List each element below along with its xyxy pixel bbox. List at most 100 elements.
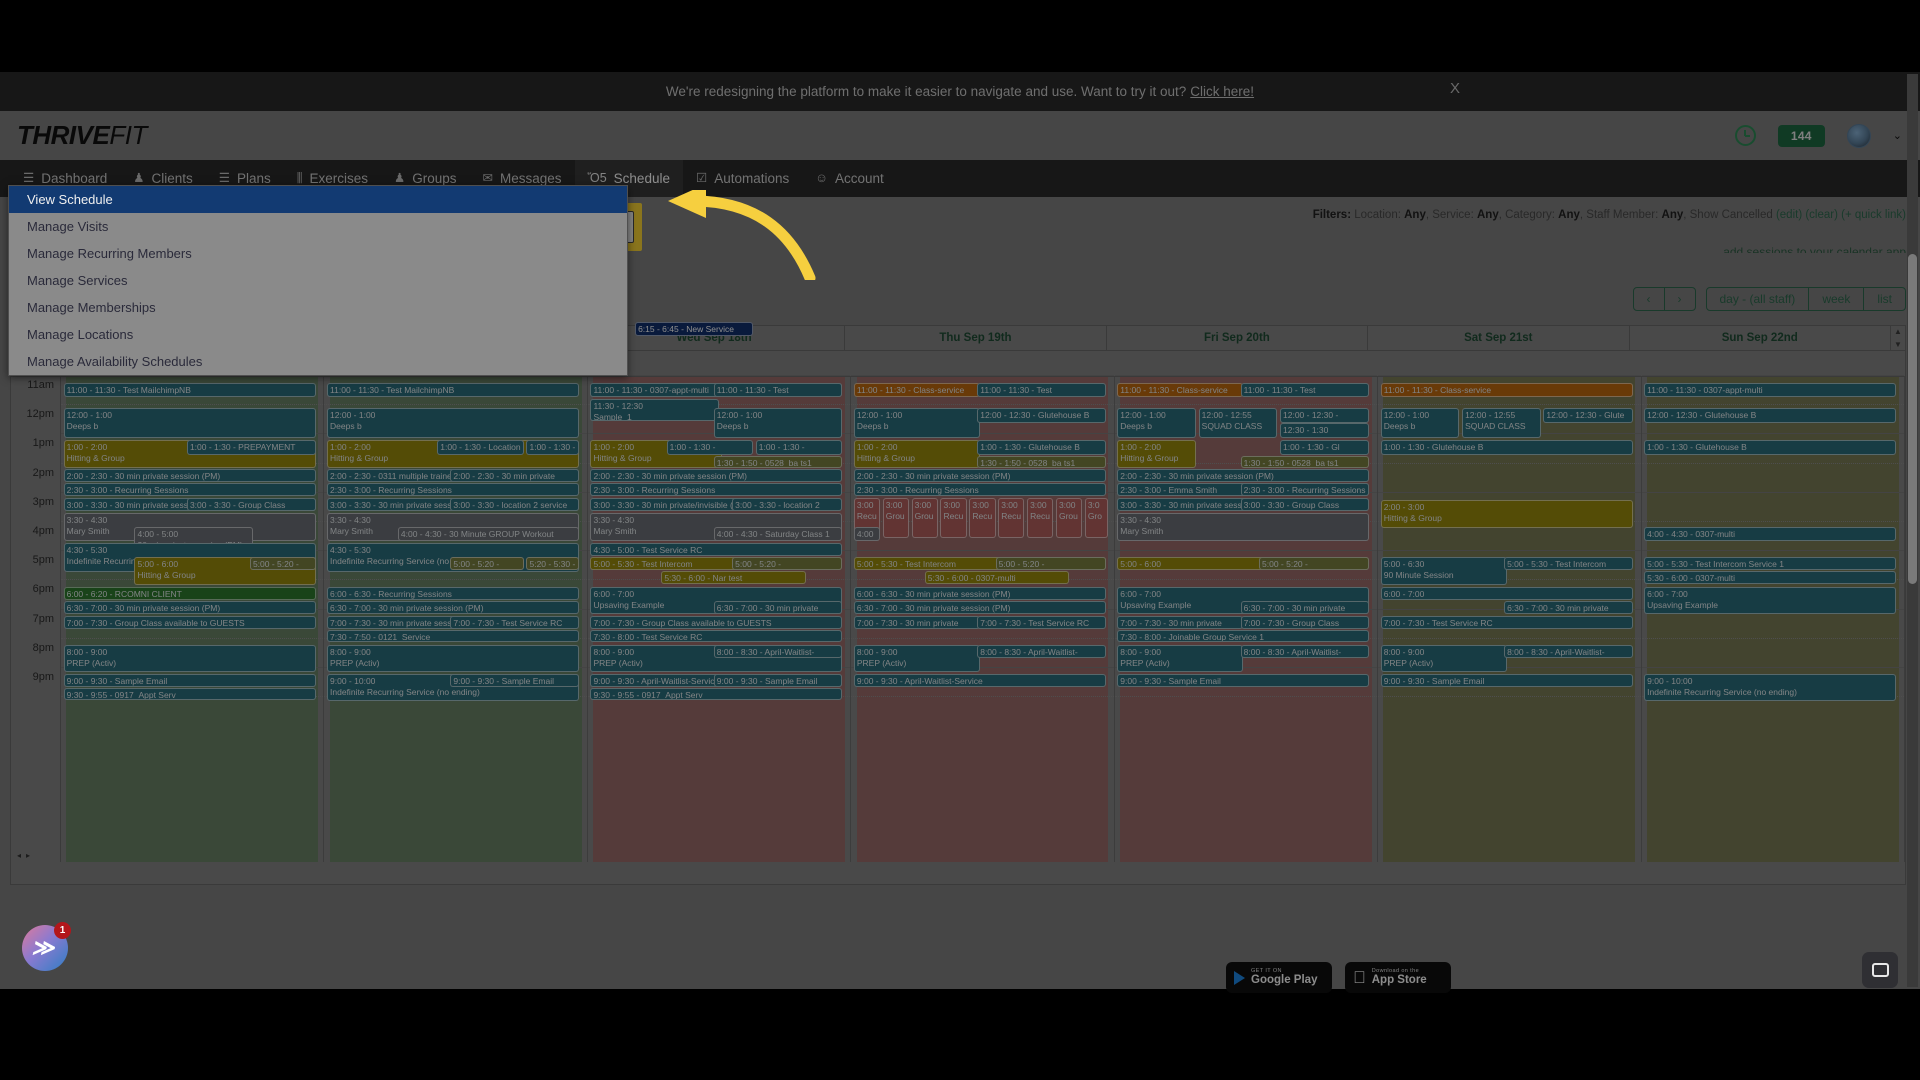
calendar-event[interactable]: 7:00 - 7:30 - 30 min private session (PM…	[853, 616, 980, 629]
calendar-event[interactable]: 3:30 - 4:30 Mary Smith	[1117, 513, 1370, 541]
calendar-event[interactable]: 2:30 - 3:00 - Recurring Sessions	[853, 483, 1106, 496]
gutter-next-icon[interactable]: ▸	[26, 851, 30, 860]
calendar-event[interactable]: 2:30 - 3:00 - Recurring Sessions	[327, 483, 579, 496]
calendar-event[interactable]: 9:00 - 9:30 - April-Waitlist-Service	[853, 674, 1106, 687]
calendar-event[interactable]: 2:30 - 3:00 - Recurring Sessions	[590, 483, 843, 496]
calendar-event[interactable]: 2:30 - 3:00 - Recurring Sessions	[63, 483, 316, 496]
calendar-event[interactable]: 11:00 - 11:30 - Test MailchimpNB	[1240, 383, 1370, 397]
calendar-event[interactable]: 5:00 - 5:20 - 0622TestService	[1259, 557, 1370, 570]
calendar-event[interactable]: 1:00 - 2:00 Hitting & Group	[853, 440, 980, 468]
calendar-event[interactable]: 2:30 - 3:00 - Recurring Sessions	[1240, 483, 1370, 496]
calendar-event[interactable]: 11:00 - 11:30 - Class-service	[1380, 383, 1633, 397]
calendar-event[interactable]: 12:00 - 1:00 Deeps b	[853, 408, 980, 438]
calendar-event[interactable]: 2:00 - 3:00 Hitting & Group	[1380, 500, 1633, 528]
calendar-event[interactable]: 6:30 - 7:00 - 30 min private session (PM…	[63, 601, 316, 614]
calendar-event[interactable]: 8:00 - 9:00 PREP (Activ)	[1380, 645, 1507, 672]
calendar-event[interactable]: 6:00 - 6:20 - RCOMNI CLIENT	[63, 587, 316, 600]
calendar-event[interactable]: 8:00 - 8:30 - April-Waitlist-	[1504, 645, 1633, 658]
calendar-event[interactable]: 12:00 - 12:30 - Glutehouse B	[1644, 408, 1897, 423]
calendar-event[interactable]: 6:30 - 7:00 - 30 min private session	[1240, 601, 1370, 614]
calendar-day-column[interactable]: 11:00 - 11:30 - Class-service 11:00 - 11:…	[851, 375, 1115, 862]
calendar-event[interactable]: 2:00 - 2:30 - 30 min private session (PM…	[590, 469, 843, 482]
calendar-event[interactable]: 2:00 - 2:30 - 30 min private	[450, 469, 579, 482]
calendar-event[interactable]: 1:00 - 1:30 - Glutehouse B	[1644, 440, 1897, 455]
calendar-event[interactable]: 3:00 - 3:30 - Group Class	[1240, 498, 1370, 511]
calendar-day-header[interactable]: Fri Sep 20th	[1107, 326, 1369, 350]
calendar-event[interactable]: 7:30 - 8:00 - Joinable Group Service 1	[1117, 630, 1370, 642]
calendar-day-column[interactable]: 11:00 - 11:30 - Test MailchimpNB 12:00 - …	[324, 375, 588, 862]
calendar-event[interactable]: 1:30 - 1:50 - 0528_ba ts1	[977, 456, 1106, 468]
chat-widget-button[interactable]	[1862, 952, 1898, 988]
logo[interactable]: THRIVEFIT	[17, 120, 147, 151]
calendar-day-column[interactable]: 11:00 - 11:30 - Class-service 11:00 - 11:…	[1114, 375, 1379, 862]
calendar-event[interactable]: 11:00 - 11:30 - Class-service	[853, 383, 980, 397]
calendar-event[interactable]: 12:30 - 1:30Open Personal Training	[1280, 423, 1370, 438]
calendar-event[interactable]: 9:00 - 9:30 - Sample Email	[450, 674, 579, 687]
calendar-event[interactable]: 8:00 - 8:30 - April-Waitlist-Service	[713, 645, 843, 658]
next-week-button[interactable]: ›	[1665, 288, 1695, 310]
calendar-event[interactable]: 1:00 - 1:30 - PREPAYMENT REQUIRED	[755, 440, 843, 455]
calendar-event[interactable]: 12:00 - 1:00 Deeps b	[1117, 408, 1197, 438]
calendar-event[interactable]: 11:00 - 11:30 - Test MailchimpNB	[327, 383, 579, 397]
calendar-event[interactable]: 1:00 - 1:30 - PREPAYMENT REQUIRED for...	[186, 440, 316, 455]
calendar-event[interactable]: 7:00 - 7:30 - Test Service RC	[977, 616, 1106, 629]
calendar-event[interactable]: 9:30 - 9:55 - 0917_Appt Serv	[63, 688, 316, 700]
calendar-event[interactable]: 5:00 - 5:30 - Test Intercom	[1504, 557, 1633, 570]
calendar-event[interactable]: 9:30 - 9:55 - 0917_Appt Serv	[590, 688, 843, 700]
calendar-event[interactable]: 7:00 - 7:30 - Test Service RC	[450, 616, 579, 629]
calendar-event[interactable]: 5:30 - 6:00 - 0307-multi	[1644, 571, 1897, 584]
calendar-event[interactable]: 7:00 - 7:30 - Group Class	[1240, 616, 1370, 629]
calendar-event[interactable]: 11:00 - 11:30 - 0307-appt-multi	[1644, 383, 1897, 397]
calendar-event[interactable]: 8:00 - 9:00 PREP (Activ)	[853, 645, 980, 672]
calendar-event[interactable]: 1:00 - 1:30 - 0622TestService	[526, 440, 579, 455]
calendar-event[interactable]: 6:30 - 7:00 - 30 min private session	[1504, 601, 1633, 614]
calendar-event[interactable]: 3:0 Gro	[1084, 498, 1109, 538]
calendar-event[interactable]: 5:00 - 5:30 - Test Intercom Service 1	[1644, 557, 1897, 570]
close-icon[interactable]: X	[1450, 80, 1460, 97]
calendar-event[interactable]: 3:00 Grou	[1055, 498, 1083, 538]
calendar-event[interactable]: 5:20 - 5:30 - 0622Te	[526, 557, 579, 570]
calendar-event[interactable]: 12:00 - 12:30 - Glutehouse B	[1280, 408, 1370, 423]
calendar-event[interactable]: 3:00 - 3:30 - location 2 service	[450, 498, 579, 511]
view-mode-day[interactable]: day - (all staff)	[1707, 288, 1810, 310]
calendar-event[interactable]: 3:00 Recu	[998, 498, 1025, 538]
calendar-event[interactable]: 6:30 - 7:00 - 30 min private session (PM…	[853, 601, 1106, 614]
calendar-event[interactable]: 7:00 - 7:30 - 30 min private session (PM…	[1117, 616, 1244, 629]
calendar-event[interactable]: 11:00 - 11:30 - Test MailchimpNB	[977, 383, 1106, 397]
calendar-event[interactable]: 1:00 - 2:00 Hitting & Group	[1117, 440, 1197, 468]
view-schedule-dropdown[interactable]: View Schedule Manage Visits Manage Recurri…	[8, 185, 628, 376]
calendar-event[interactable]: 5:00 - 6:30 90 Minute Session	[1380, 557, 1507, 585]
extension-widget-button[interactable]: ≫ 1	[22, 922, 71, 971]
calendar-event[interactable]: 7:30 - 7:50 - 0121_Service	[327, 630, 579, 642]
calendar-event[interactable]: 5:00 - 5:20 - 0622Te	[450, 557, 524, 570]
dropdown-option[interactable]: Manage Memberships	[9, 294, 627, 321]
calendar-event[interactable]: 9:00 - 10:00 Indefinite Recurring Service…	[1644, 674, 1897, 701]
scroll-up-icon[interactable]: ▲	[1894, 327, 1902, 336]
calendar-event[interactable]: 4:00 - 4:30 - 0307-multi	[1644, 527, 1897, 541]
calendar-day-column[interactable]: 6:15 - 6:45 - New Service Color 11:00 - 1…	[587, 322, 852, 862]
calendar-event[interactable]: 9:00 - 9:30 - Sample Email	[1117, 674, 1370, 687]
calendar-event[interactable]: 4:00	[853, 527, 881, 541]
calendar-event[interactable]: 6:30 - 7:00 - 30 min private session (PM…	[713, 601, 843, 614]
calendar-event[interactable]: 7:00 - 7:30 - Group Class available to G…	[63, 616, 316, 629]
calendar-event[interactable]: 5:00 - 5:20 - 0622Te	[249, 557, 316, 570]
calendar-day-header[interactable]: Thu Sep 19th	[845, 326, 1107, 350]
calendar-event[interactable]: 12:00 - 12:30 - Glute	[1543, 408, 1633, 423]
credits-badge[interactable]: 144	[1777, 124, 1825, 147]
filters-links[interactable]: (edit) (clear) (+ quick link)	[1776, 209, 1906, 221]
calendar-event[interactable]: 5:00 - 5:20 - 0622TestService	[995, 557, 1106, 570]
calendar-event[interactable]: 4:00 - 4:30 - Saturday Class 1	[713, 527, 843, 541]
scroll-down-icon[interactable]: ▼	[1894, 340, 1902, 349]
gutter-nav[interactable]: ◂ ▸	[17, 851, 30, 860]
calendar-event[interactable]: 11:30 - 12:30 Sample_1	[590, 399, 720, 421]
page-scrollbar[interactable]	[1907, 74, 1918, 987]
calendar-event[interactable]: 9:00 - 9:30 - Sample Email	[1380, 674, 1633, 687]
dropdown-option[interactable]: View Schedule	[9, 186, 627, 213]
calendar-event[interactable]: 1:00 - 1:30 - Location...	[666, 440, 754, 455]
dropdown-option[interactable]: Manage Recurring Members	[9, 240, 627, 267]
calendar-event[interactable]: 9:00 - 9:30 - Sample Email	[713, 674, 843, 687]
calendar-event[interactable]: 11:00 - 11:30 - Test MailchimpNB	[63, 383, 316, 397]
calendar-event[interactable]: 1:00 - 1:30 - Gl	[1280, 440, 1370, 455]
calendar-event[interactable]: 3:00 Grou	[911, 498, 938, 538]
calendar-event[interactable]: 3:00 - 3:30 - Group Class Session	[186, 498, 316, 511]
